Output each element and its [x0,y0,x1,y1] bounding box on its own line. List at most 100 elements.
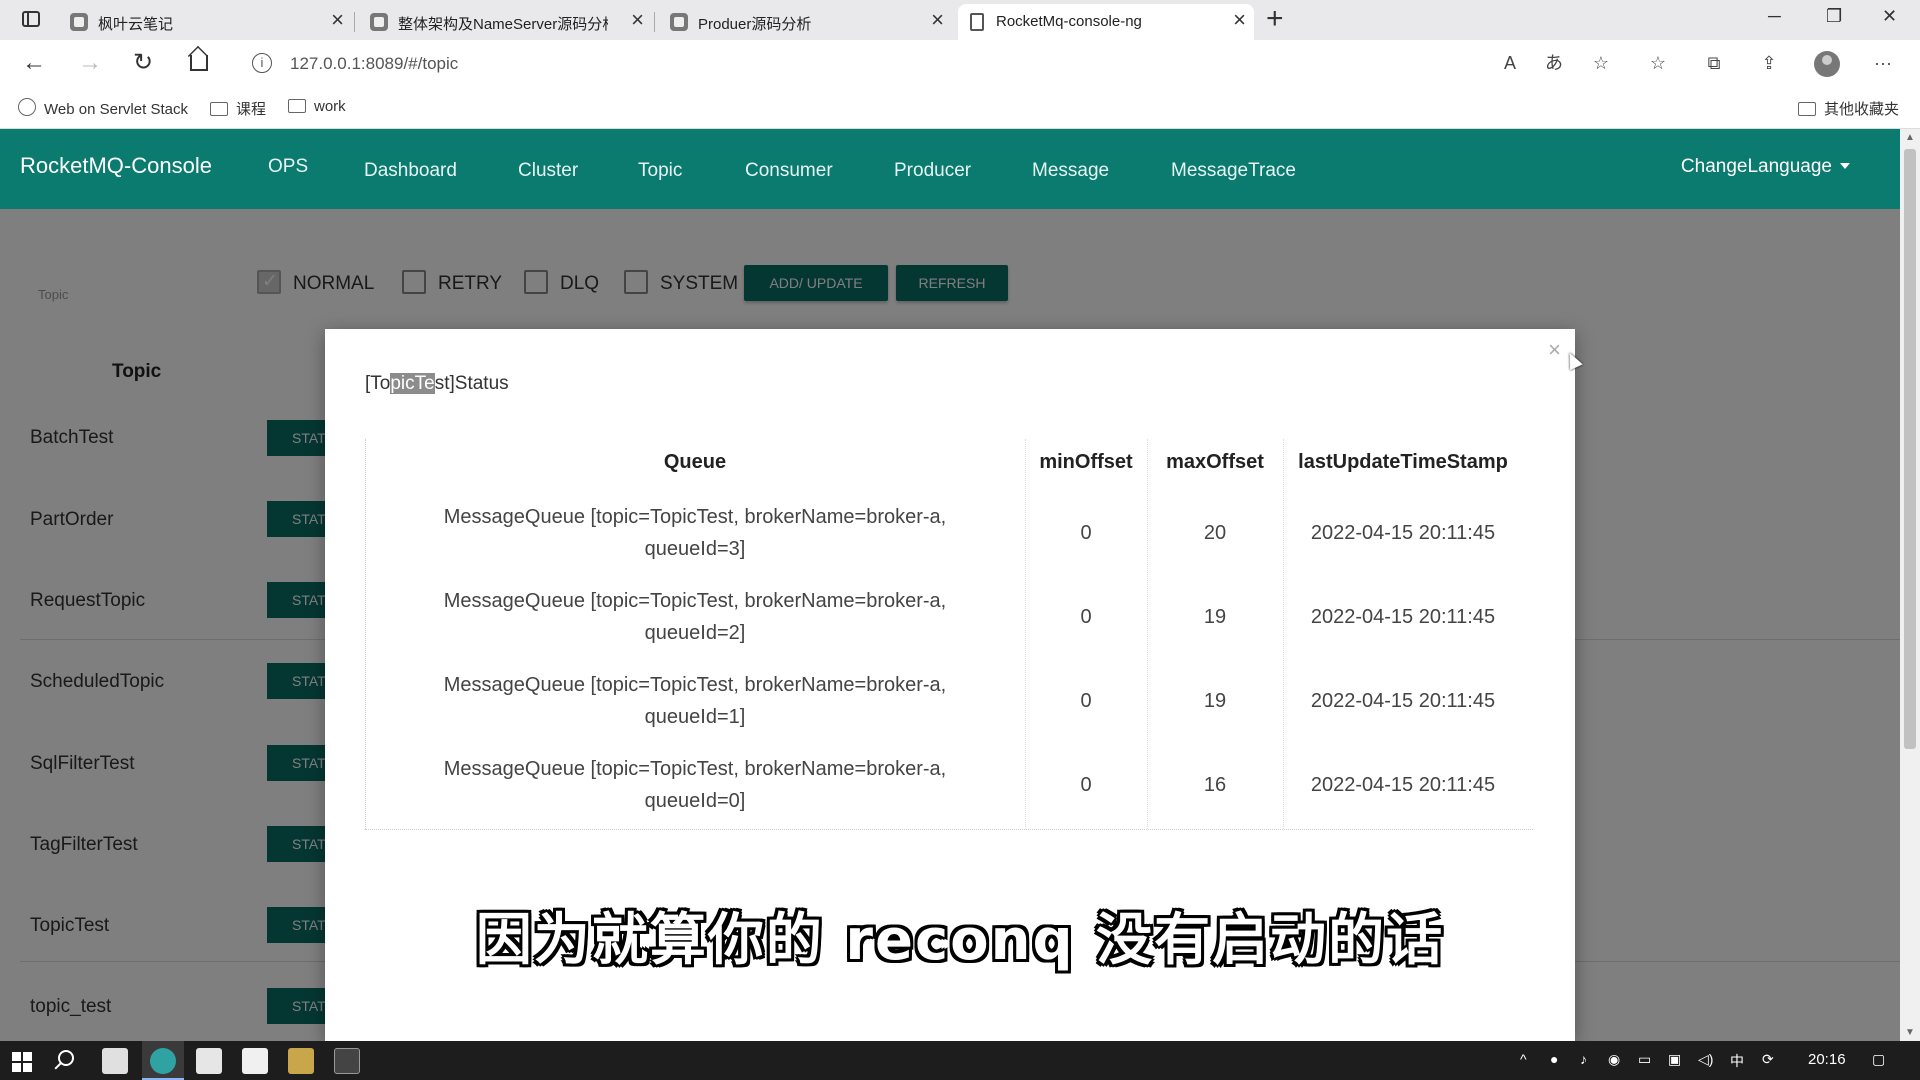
network-icon[interactable]: ▣ [1668,1051,1681,1068]
input-method-indicator[interactable]: 中 [1730,1051,1744,1071]
nav-consumer[interactable]: Consumer [745,160,833,182]
more-menu-icon[interactable]: ··· [1870,50,1896,76]
browser-tab-strip: 枫叶云笔记 × 整体架构及NameServer源码分析 × Produer源码分… [0,0,1920,40]
bookmark-folder-work[interactable]: work [288,98,346,115]
nav-message[interactable]: Message [1032,160,1109,182]
bookmark-web-on-servlet-stack[interactable]: Web on Servlet Stack [18,98,188,118]
last-update-cell: 2022-04-15 20:11:45 [1310,690,1496,712]
column-header-lastupdate: lastUpdateTimeStamp [1298,451,1508,473]
change-language-label: ChangeLanguage [1680,156,1832,177]
other-bookmarks-folder[interactable]: 其他收藏夹 [1798,98,1899,119]
notes-favicon-icon [670,13,688,31]
max-offset-cell: 16 [1203,774,1227,796]
tab-actions-icon[interactable] [22,11,40,27]
globe-icon [18,98,36,116]
folder-icon [1798,102,1816,116]
modal-close-icon[interactable]: × [1548,337,1561,363]
add-favorite-icon[interactable]: ☆ [1588,50,1614,76]
site-info-icon[interactable]: i [252,53,272,73]
close-tab-icon[interactable]: × [931,9,944,31]
tray-sync-icon[interactable]: ⟳ [1762,1051,1774,1068]
address-bar: ← → ↻ i 127.0.0.1:8089/#/topic A あ ☆ ☆ ⧉… [0,40,1920,88]
profile-avatar-icon[interactable] [1814,51,1840,77]
browser-tab-2[interactable]: 整体架构及NameServer源码分析 × [360,4,655,40]
modal-title-suffix: st]Status [434,373,509,394]
caret-down-icon [1840,163,1850,169]
collections-icon[interactable]: ⧉ [1701,50,1727,76]
terminal-icon[interactable] [334,1048,360,1074]
tray-edge-icon[interactable]: ◉ [1608,1051,1620,1068]
bookmark-label: Web on Servlet Stack [44,101,188,118]
battery-icon[interactable]: ▭ [1638,1051,1651,1068]
intellij-icon[interactable] [196,1048,222,1074]
close-tab-icon[interactable]: × [1233,9,1246,31]
last-update-cell: 2022-04-15 20:11:45 [1310,522,1496,544]
notes-favicon-icon [70,13,88,31]
bookmark-folder-course[interactable]: 课程 [210,98,266,119]
file-explorer-icon[interactable] [288,1048,314,1074]
tray-app-icon[interactable]: ♪ [1580,1051,1587,1067]
new-tab-button[interactable]: + [1266,4,1284,34]
column-header-minoffset: minOffset [1039,451,1133,473]
scroll-down-icon[interactable]: ▼ [1905,1027,1915,1038]
brand-logo[interactable]: RocketMQ-Console [20,153,212,179]
queue-text-line: queueId=2] [644,622,746,644]
microphone-icon[interactable]: ● [1550,1051,1558,1067]
browser-tab-3[interactable]: Produer源码分析 × [660,4,952,40]
top-navbar: RocketMQ-Console OPS Dashboard Cluster T… [0,129,1900,209]
volume-icon[interactable]: ◁) [1698,1051,1713,1068]
tray-chevron-icon[interactable]: ^ [1520,1051,1527,1067]
tab-title: 枫叶云笔记 [98,16,174,33]
last-update-cell: 2022-04-15 20:11:45 [1310,774,1496,796]
queue-text-line: MessageQueue [topic=TopicTest, brokerNam… [443,506,947,528]
bookmark-label: work [314,98,346,115]
edge-browser-icon[interactable] [150,1048,176,1074]
forward-icon[interactable]: → [78,48,102,78]
queue-cell: MessageQueue [topic=TopicTest, brokerNam… [367,669,1023,733]
min-offset-cell: 0 [1080,522,1092,544]
tab-title: 整体架构及NameServer源码分析 [398,16,608,33]
browser-tab-1[interactable]: 枫叶云笔记 × [60,4,355,40]
nav-dashboard[interactable]: Dashboard [364,160,457,182]
bookmark-label: 其他收藏夹 [1824,101,1900,118]
close-tab-icon[interactable]: × [331,9,344,31]
restore-icon[interactable]: ❐ [1826,6,1842,27]
tab-separator [654,12,655,32]
max-offset-cell: 19 [1203,606,1227,628]
queue-text-line: queueId=1] [644,706,746,728]
reload-icon[interactable]: ↻ [133,48,153,78]
browser-tab-active[interactable]: RocketMq-console-ng × [958,4,1254,40]
url-field[interactable]: 127.0.0.1:8089/#/topic [290,54,458,74]
nav-messagetrace[interactable]: MessageTrace [1171,160,1296,182]
nav-cluster[interactable]: Cluster [518,160,578,182]
translate-icon[interactable]: あ [1541,50,1567,76]
queue-text-line: MessageQueue [topic=TopicTest, brokerNam… [443,758,947,780]
queue-cell: MessageQueue [topic=TopicTest, brokerNam… [367,585,1023,649]
notes-app-icon[interactable] [242,1048,268,1074]
last-update-cell: 2022-04-15 20:11:45 [1310,606,1496,628]
window-close-icon[interactable]: ✕ [1882,6,1897,27]
close-tab-icon[interactable]: × [631,9,644,31]
nav-ops[interactable]: OPS [268,156,308,178]
taskbar-search-icon[interactable] [58,1050,74,1066]
windows-start-icon[interactable] [12,1052,32,1072]
nav-producer[interactable]: Producer [894,160,971,182]
scrollbar-thumb[interactable] [1904,149,1916,749]
read-aloud-icon[interactable]: A [1497,50,1523,76]
taskbar-clock[interactable]: 20:16 [1808,1051,1846,1068]
back-icon[interactable]: ← [22,48,46,78]
windows-taskbar: ^ ● ♪ ◉ ▭ ▣ ◁) 中 ⟳ 20:16 ▢ [0,1041,1920,1080]
minimize-icon[interactable]: ─ [1768,6,1781,27]
tab-title: RocketMq-console-ng [996,13,1142,30]
table-bottom-border [365,829,1533,830]
share-icon[interactable]: ⇪ [1756,50,1782,76]
taskbar-app-icon[interactable] [102,1048,128,1074]
video-subtitle: 因为就算你的 reconq 没有启动的话 [475,908,1445,973]
scroll-up-icon[interactable]: ▲ [1905,132,1915,143]
favorites-icon[interactable]: ☆ [1645,50,1671,76]
nav-topic[interactable]: Topic [638,160,682,182]
notification-icon[interactable]: ▢ [1872,1051,1885,1068]
home-icon[interactable] [190,55,208,71]
change-language-dropdown[interactable]: ChangeLanguage [1681,156,1850,178]
modal-title-prefix: [To [365,373,391,394]
